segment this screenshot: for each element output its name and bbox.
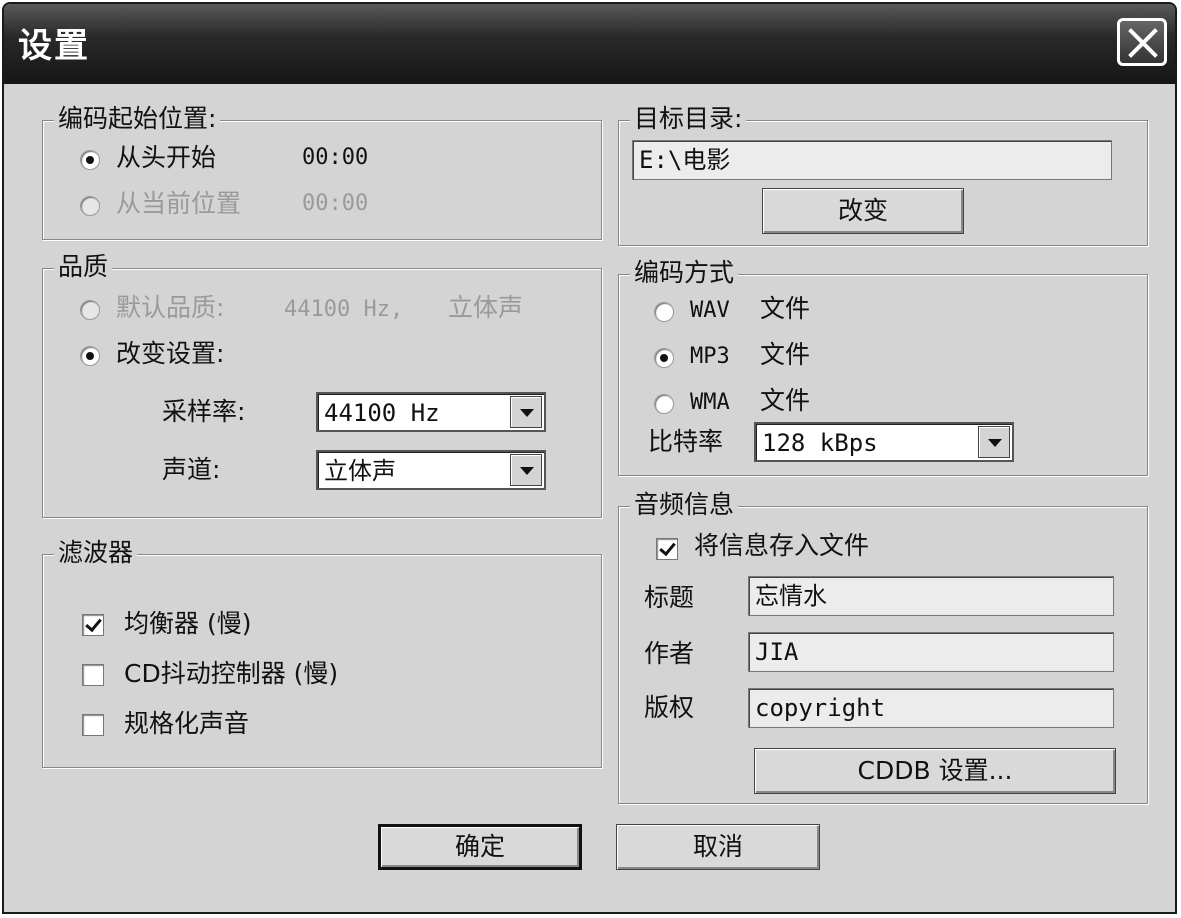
ok-button[interactable]: 确定 — [378, 824, 582, 870]
cancel-button[interactable]: 取消 — [616, 824, 820, 870]
cddb-settings-button[interactable]: CDDB 设置... — [754, 748, 1116, 794]
author-label: 作者 — [644, 639, 695, 668]
song-title-field[interactable]: 忘情水 — [748, 576, 1114, 616]
settings-dialog: 设置 编码起始位置: 从头开始 00:00 从当前位置 00:00 品质 默认品… — [2, 2, 1177, 914]
save-info-label[interactable]: 将信息存入文件 — [694, 530, 869, 562]
copyright-label: 版权 — [644, 693, 695, 722]
song-title-value: 忘情水 — [755, 582, 827, 610]
author-field[interactable]: JIA — [748, 632, 1114, 672]
save-info-checkbox[interactable] — [656, 538, 678, 560]
copyright-value: copyright — [755, 694, 886, 722]
author-value: JIA — [755, 638, 799, 666]
copyright-field[interactable]: copyright — [748, 688, 1114, 728]
song-title-label: 标题 — [644, 583, 695, 612]
audio-info-legend: 音频信息 — [630, 490, 739, 520]
audio-info-group: 音频信息 将信息存入文件 标题 忘情水 作者 JIA 版权 copyright … — [4, 4, 1175, 912]
